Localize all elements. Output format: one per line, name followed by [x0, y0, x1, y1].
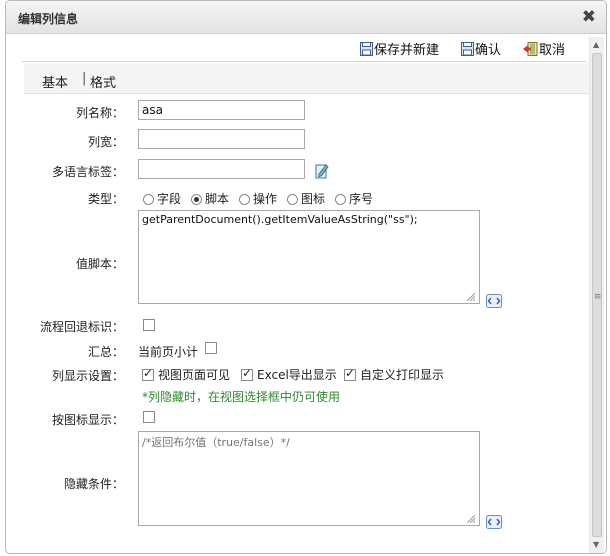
custom-print-checkbox[interactable]	[344, 366, 356, 381]
tab-bar: 基本 | 格式	[24, 63, 590, 94]
scrollbar-thumb[interactable]: ≡	[592, 53, 602, 537]
column-display-label: 列显示设置：	[51, 369, 124, 383]
radio-script[interactable]	[191, 194, 202, 205]
column-name-input[interactable]	[138, 100, 305, 120]
resize-grip-icon[interactable]	[467, 515, 475, 523]
excel-export-option[interactable]: Excel导出显示	[241, 366, 337, 383]
tab-basic[interactable]: 基本	[42, 72, 68, 91]
type-label: 类型：	[87, 192, 124, 206]
confirm-button[interactable]: 确认	[461, 39, 501, 60]
type-radio-sequence[interactable]: 序号	[335, 190, 373, 207]
save-icon	[461, 42, 474, 60]
close-icon[interactable]: ✖	[582, 7, 596, 27]
summary-label: 汇总：	[87, 345, 124, 359]
icon-display-checkbox[interactable]	[143, 411, 155, 423]
i18n-label-input[interactable]	[138, 159, 305, 179]
custom-print-option[interactable]: 自定义打印显示	[344, 366, 444, 383]
scroll-up-arrow-icon[interactable]: ▲	[593, 40, 599, 49]
vertical-scrollbar[interactable]: ▲ ≡ ▼	[589, 37, 604, 553]
type-radio-field[interactable]: 字段	[143, 190, 181, 207]
save-and-new-label: 保存并新建	[374, 43, 440, 58]
view-visible-checkbox[interactable]	[142, 366, 154, 381]
toolbar: 保存并新建 确认 取消	[6, 37, 586, 59]
view-visible-option[interactable]: 视图页面可见	[142, 366, 230, 383]
excel-export-checkbox[interactable]	[241, 366, 253, 381]
type-radio-action[interactable]: 操作	[239, 190, 277, 207]
save-icon	[360, 42, 373, 60]
save-and-new-button[interactable]: 保存并新建	[360, 39, 439, 60]
scroll-down-arrow-icon[interactable]: ▼	[593, 540, 599, 549]
expand-code-icon[interactable]	[486, 294, 502, 311]
summary-option-label: 当前页小计	[138, 345, 199, 359]
resize-grip-icon[interactable]	[467, 293, 475, 301]
dialog-titlebar: 编辑列信息 ✖	[6, 1, 606, 34]
radio-sequence[interactable]	[335, 194, 346, 205]
confirm-label: 确认	[475, 43, 502, 58]
value-script-label: 值脚本：	[75, 257, 124, 271]
flow-back-flag-label: 流程回退标识：	[39, 320, 124, 334]
hide-condition-textarea[interactable]	[138, 431, 480, 526]
column-width-input[interactable]	[138, 129, 305, 149]
summary-page-subtotal-checkbox[interactable]	[205, 342, 217, 354]
flow-back-flag-checkbox[interactable]	[143, 319, 155, 331]
column-hidden-hint: *列隐藏时，在视图选择框中仍可使用	[142, 390, 341, 404]
tab-separator: |	[82, 71, 87, 86]
type-radio-icon[interactable]: 图标	[287, 190, 325, 207]
cancel-label: 取消	[539, 43, 566, 58]
value-script-textarea[interactable]: getParentDocument().getItemValueAsString…	[138, 210, 480, 304]
tab-format[interactable]: 格式	[90, 72, 116, 91]
radio-action[interactable]	[239, 194, 250, 205]
dialog-title: 编辑列信息	[18, 12, 79, 26]
column-width-label: 列宽：	[87, 135, 124, 149]
icon-display-label: 按图标显示：	[51, 413, 124, 427]
edit-icon[interactable]	[315, 163, 329, 182]
edit-column-dialog: 编辑列信息 ✖ 保存并新建 确认 取消 基本 | 格式 列名称： 列宽： 多语言…	[5, 0, 607, 554]
radio-field[interactable]	[143, 194, 154, 205]
column-name-label: 列名称：	[75, 106, 124, 120]
hide-condition-label: 隐藏条件：	[63, 477, 124, 491]
i18n-label-label: 多语言标签：	[51, 165, 124, 179]
radio-icon[interactable]	[287, 194, 298, 205]
scrollbar-grip-icon: ≡	[594, 292, 602, 302]
exit-icon	[523, 42, 538, 60]
cancel-button[interactable]: 取消	[523, 39, 565, 60]
toolbar-divider	[22, 61, 586, 62]
expand-code-icon[interactable]	[486, 515, 502, 532]
type-radio-script[interactable]: 脚本	[191, 190, 229, 207]
